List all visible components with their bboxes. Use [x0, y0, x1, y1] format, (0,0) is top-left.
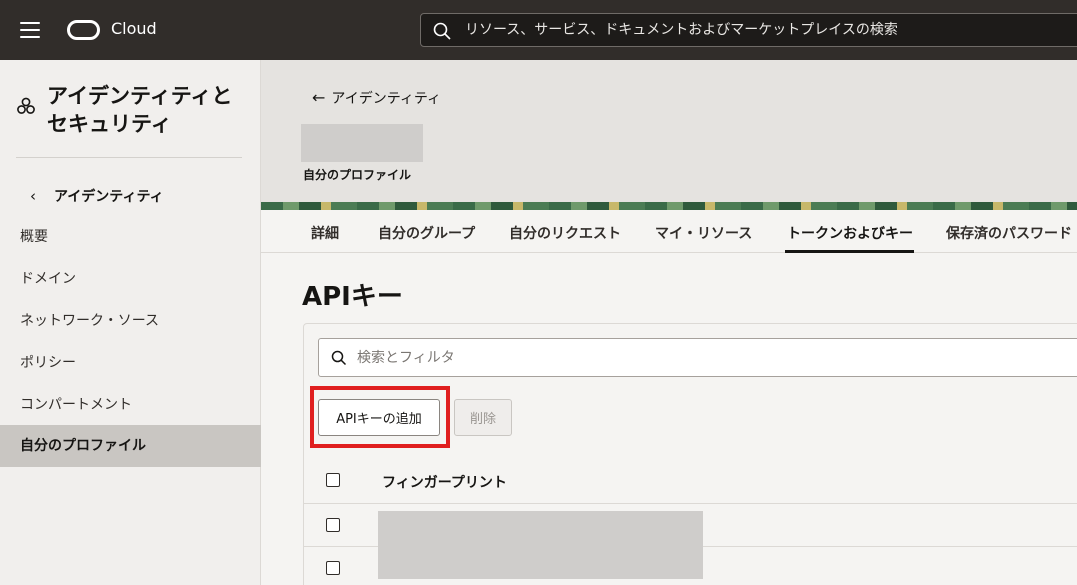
brand-name[interactable]: Cloud — [111, 19, 157, 38]
delete-button[interactable]: 削除 — [454, 399, 512, 436]
column-header-fingerprint[interactable]: フィンガープリント — [382, 472, 507, 492]
add-api-key-button[interactable]: APIキーの追加 — [318, 399, 440, 436]
sidebar-back-label: アイデンティティ — [54, 189, 164, 205]
active-tab-indicator — [785, 250, 914, 253]
global-search[interactable] — [420, 13, 1077, 47]
select-all-checkbox[interactable] — [326, 473, 340, 487]
profile-subtitle: 自分のプロファイル — [303, 168, 412, 182]
sidebar-item-compartments[interactable]: コンパートメント — [0, 384, 261, 426]
redacted-user-name — [301, 124, 423, 162]
sidebar-item-policies[interactable]: ポリシー — [0, 342, 261, 384]
oracle-logo-icon[interactable] — [67, 20, 100, 40]
tab-saved-passwords[interactable]: 保存済のパスワード — [946, 223, 1072, 243]
breadcrumb-label: アイデンティティ — [331, 91, 442, 107]
profile-tabs: 詳細 自分のグループ 自分のリクエスト マイ・リソース トークンおよびキー 保存… — [261, 210, 1077, 253]
tab-my-requests[interactable]: 自分のリクエスト — [509, 223, 621, 243]
sidebar-item-network-sources[interactable]: ネットワーク・ソース — [0, 300, 261, 342]
search-and-filter-input[interactable] — [357, 347, 957, 369]
redacted-fingerprint — [378, 545, 703, 579]
identity-security-icon — [17, 97, 35, 114]
arrow-left-icon: ← — [312, 88, 326, 107]
redacted-fingerprint — [378, 511, 703, 545]
tab-details[interactable]: 詳細 — [311, 223, 339, 243]
sidebar-item-domains[interactable]: ドメイン — [0, 258, 261, 300]
search-icon — [331, 350, 347, 366]
chevron-left-icon: ‹ — [30, 187, 36, 205]
tab-my-resources[interactable]: マイ・リソース — [655, 223, 752, 243]
header-banner-image — [261, 202, 1077, 210]
menu-icon[interactable] — [20, 22, 40, 38]
tab-tokens-and-keys[interactable]: トークンおよびキー — [787, 223, 913, 243]
sidebar-back-link[interactable]: ‹ アイデンティティ — [30, 186, 164, 206]
tab-my-groups[interactable]: 自分のグループ — [378, 223, 475, 243]
search-icon — [433, 22, 451, 40]
global-search-input[interactable] — [465, 19, 1065, 41]
filter-box[interactable] — [318, 338, 1077, 377]
row-checkbox[interactable] — [326, 561, 340, 575]
sidebar-divider — [16, 157, 242, 158]
sidebar-item-my-profile[interactable]: 自分のプロファイル — [0, 425, 261, 467]
top-bar: Cloud — [0, 0, 1077, 60]
page-title: APIキー — [302, 282, 403, 312]
sidebar-item-overview[interactable]: 概要 — [0, 216, 261, 258]
breadcrumb-back-link[interactable]: ← アイデンティティ — [312, 88, 441, 108]
sidebar-title: アイデンティティとセキュリティ — [47, 84, 233, 136]
row-checkbox[interactable] — [326, 518, 340, 532]
